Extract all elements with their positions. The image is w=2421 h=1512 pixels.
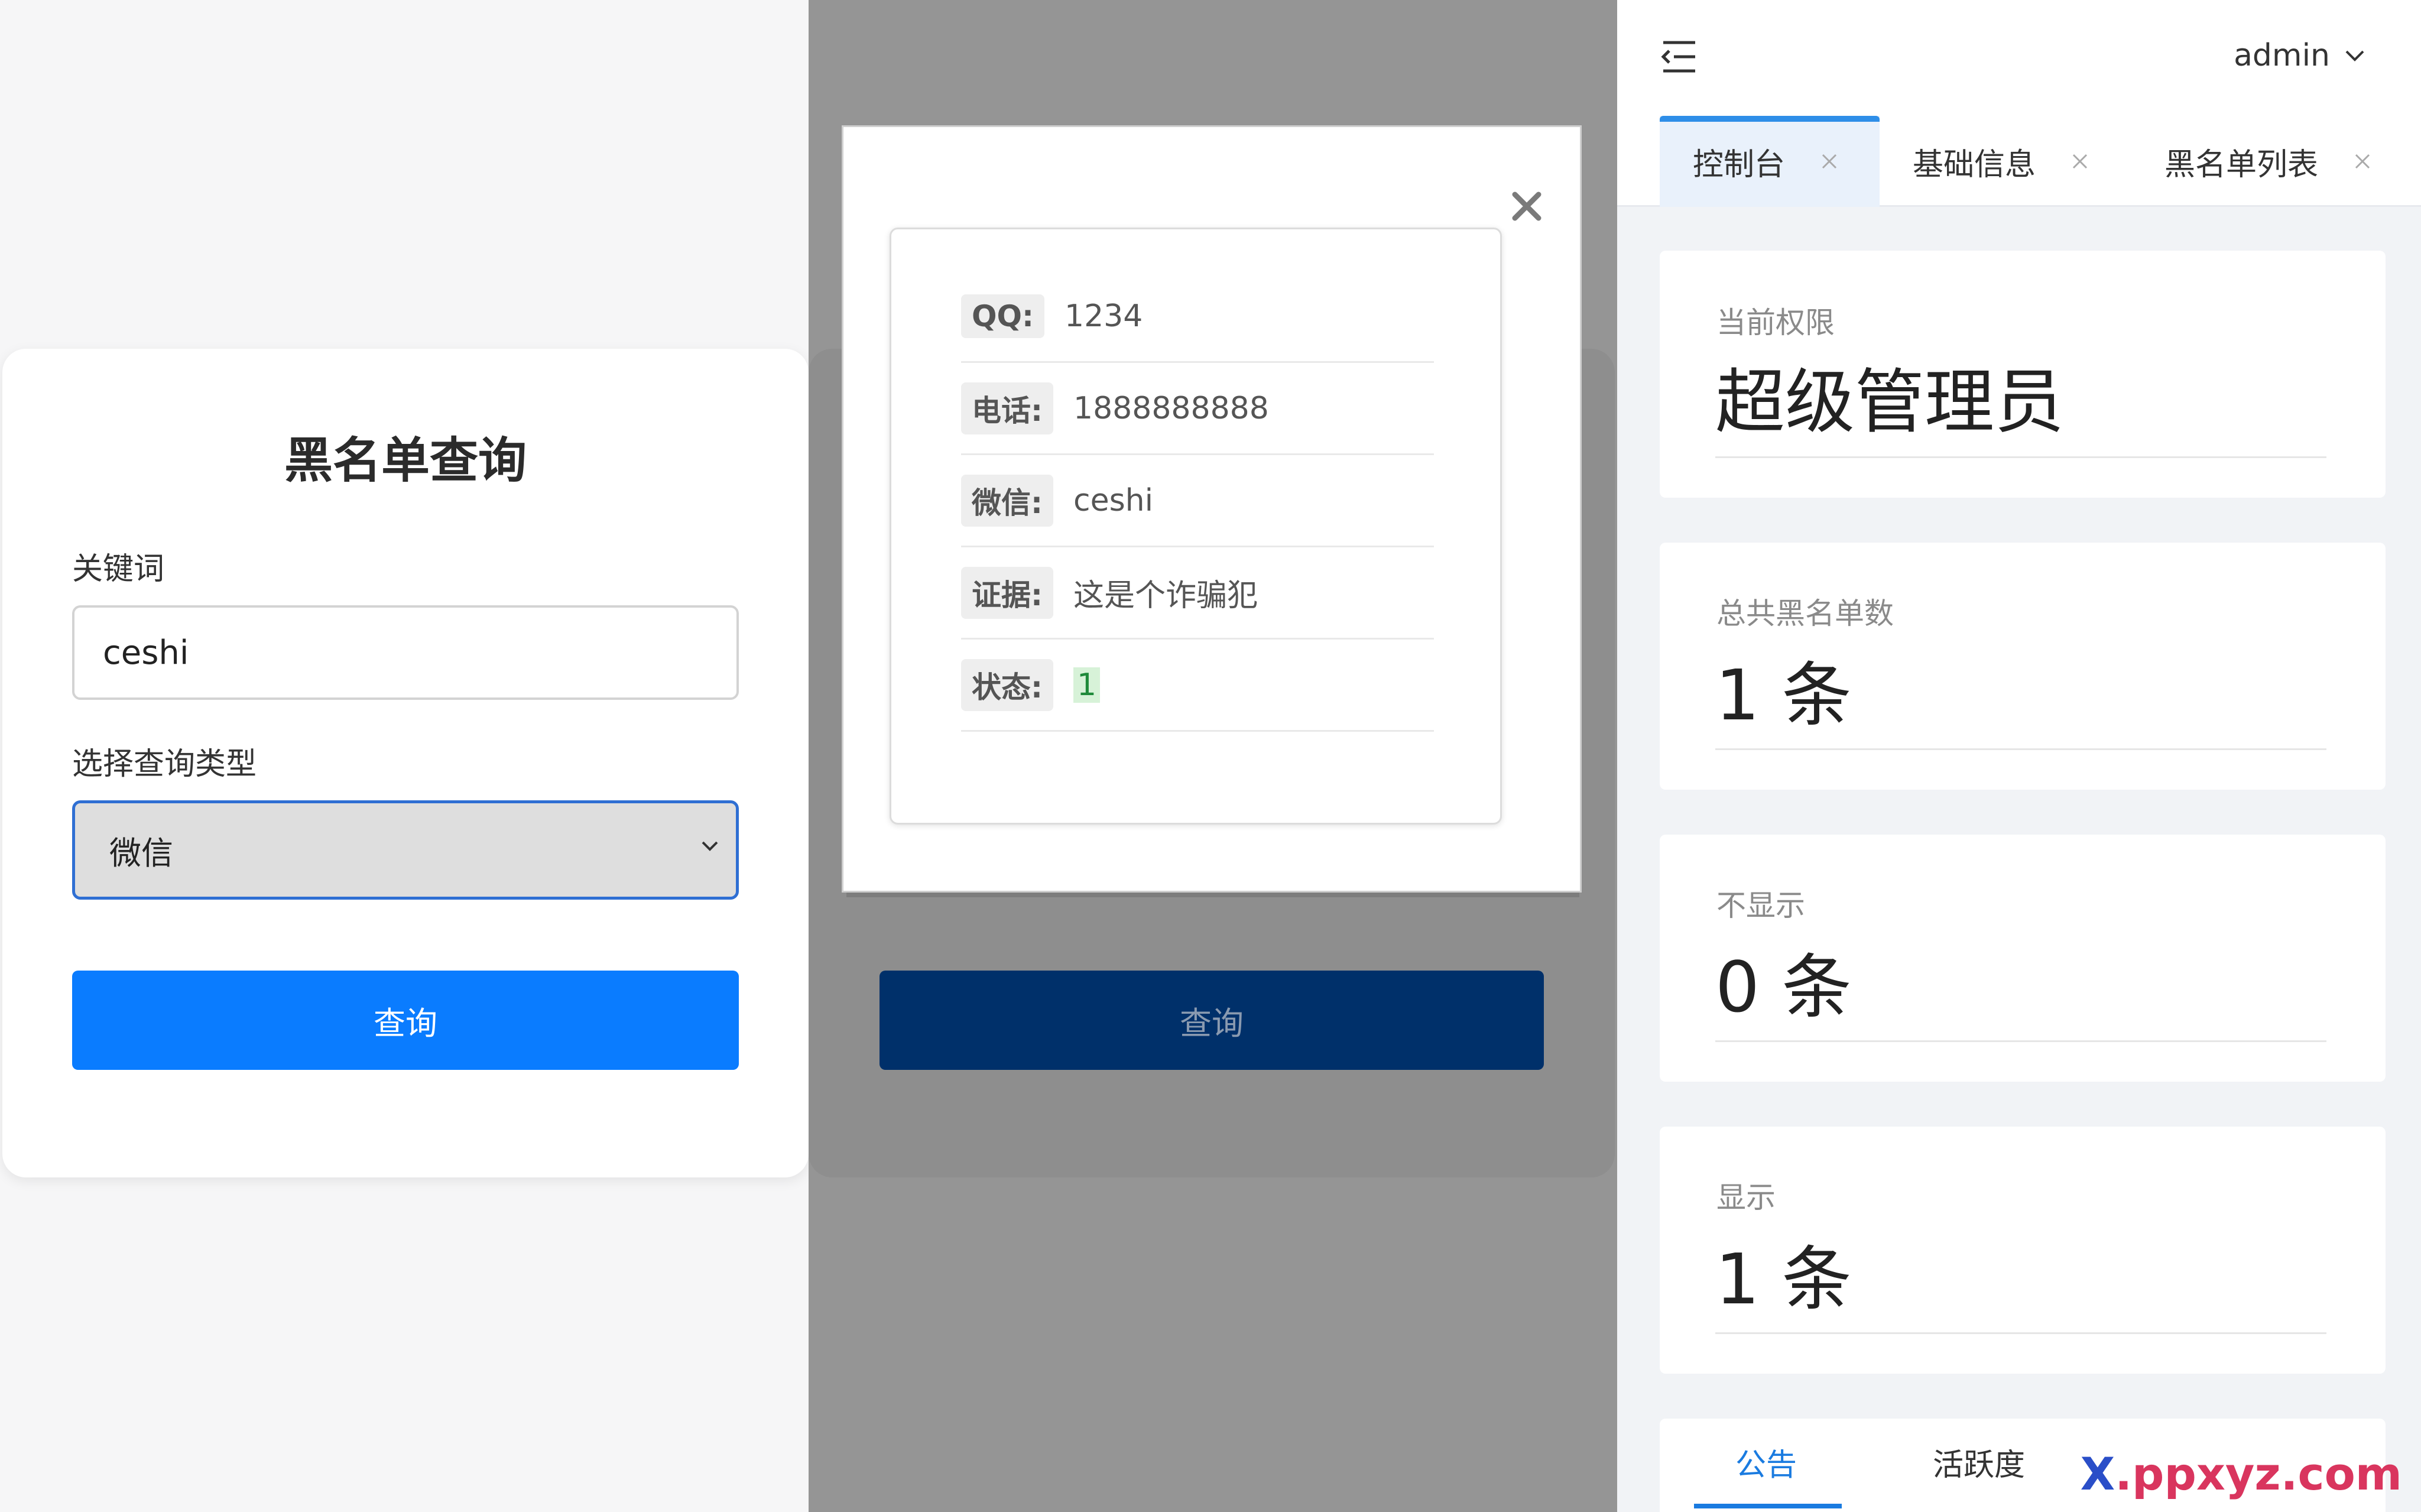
user-menu[interactable]: admin (2234, 38, 2367, 73)
stat-card-total: 总共黑名单数 1 条 (1660, 543, 2386, 790)
qq-value: 1234 (1065, 298, 1143, 334)
status-label: 状态: (961, 658, 1053, 711)
dashboard-panel: admin 控制台 基础信息 黑名单列表 当前权限 超级管理员 总共黑名单数 1… (1617, 0, 2421, 1512)
tab-basic-info[interactable]: 基础信息 (1913, 116, 2089, 207)
tab-announcement[interactable]: 公告 (1735, 1440, 1797, 1484)
result-row-wechat: 微信: ceshi (961, 455, 1434, 547)
stat-value: 超级管理员 (1715, 361, 2065, 443)
result-row-status: 状态: 1 (961, 640, 1434, 732)
close-icon[interactable] (1509, 189, 1544, 224)
evidence-value: 这是个诈骗犯 (1073, 578, 1258, 614)
divider (1715, 748, 2326, 750)
query-card: 黑名单查询 关键词 选择查询类型 微信 查询 (2, 349, 809, 1177)
stat-card-permission: 当前权限 超级管理员 (1660, 251, 2386, 498)
divider (1715, 1332, 2326, 1334)
watermark-logo: X.ppxyz.com (2080, 1448, 2402, 1500)
stat-value: 1 条 (1715, 654, 1852, 736)
stat-label: 显示 (1716, 1180, 1776, 1215)
keyword-input[interactable] (72, 605, 739, 700)
result-row-phone: 电话: 1888888888 (961, 363, 1434, 455)
divider (1715, 456, 2326, 458)
keyword-label: 关键词 (72, 551, 165, 587)
query-button-behind: 查询 (880, 971, 1544, 1070)
close-icon[interactable] (2071, 153, 2089, 170)
stat-label: 不显示 (1716, 888, 1805, 923)
result-panel: 查询 QQ: 1234 电话: 1888888888 微信: ceshi 证据:… (809, 0, 1617, 1512)
phone-label: 电话: (961, 382, 1053, 434)
close-icon[interactable] (2354, 153, 2371, 170)
top-bar: admin (1617, 0, 2421, 116)
stat-value: 1 条 (1715, 1238, 1852, 1320)
close-icon[interactable] (1820, 153, 1838, 170)
stat-card-hidden: 不显示 0 条 (1660, 835, 2386, 1082)
chevron-down-icon (702, 841, 718, 851)
query-type-value: 微信 (109, 834, 173, 872)
query-type-label: 选择查询类型 (72, 747, 257, 782)
phone-value: 1888888888 (1073, 390, 1269, 426)
tab-activity[interactable]: 活跃度 (1933, 1440, 2025, 1484)
result-row-qq: QQ: 1234 (961, 271, 1434, 363)
result-modal: QQ: 1234 电话: 1888888888 微信: ceshi 证据: 这是… (842, 125, 1582, 893)
query-title: 黑名单查询 (284, 433, 527, 489)
active-tab-indicator (1694, 1504, 1842, 1508)
result-details: QQ: 1234 电话: 1888888888 微信: ceshi 证据: 这是… (890, 228, 1502, 825)
tab-bar: 控制台 基础信息 黑名单列表 (1617, 116, 2421, 207)
qq-label: QQ: (961, 294, 1045, 338)
username: admin (2234, 38, 2330, 73)
stat-label: 当前权限 (1716, 306, 1835, 340)
menu-fold-icon[interactable] (1660, 39, 1699, 74)
tab-label: 控制台 (1693, 147, 1786, 183)
query-type-select[interactable]: 微信 (72, 800, 739, 900)
tab-label: 基础信息 (1913, 147, 2036, 183)
divider (1715, 1040, 2326, 1042)
stat-card-shown: 显示 1 条 (1660, 1127, 2386, 1374)
query-panel: 黑名单查询 关键词 选择查询类型 微信 查询 (0, 0, 809, 1512)
tab-label: 黑名单列表 (2164, 147, 2319, 183)
wechat-label: 微信: (961, 474, 1053, 527)
stat-value: 0 条 (1715, 946, 1852, 1028)
evidence-label: 证据: (961, 566, 1053, 619)
stat-label: 总共黑名单数 (1716, 596, 1894, 631)
status-badge: 1 (1073, 667, 1101, 703)
tab-console[interactable]: 控制台 (1660, 116, 1880, 207)
query-button[interactable]: 查询 (72, 971, 739, 1070)
chevron-down-icon (2345, 50, 2364, 61)
wechat-value: ceshi (1073, 482, 1154, 518)
result-row-evidence: 证据: 这是个诈骗犯 (961, 547, 1434, 640)
tab-blacklist[interactable]: 黑名单列表 (2164, 116, 2371, 207)
